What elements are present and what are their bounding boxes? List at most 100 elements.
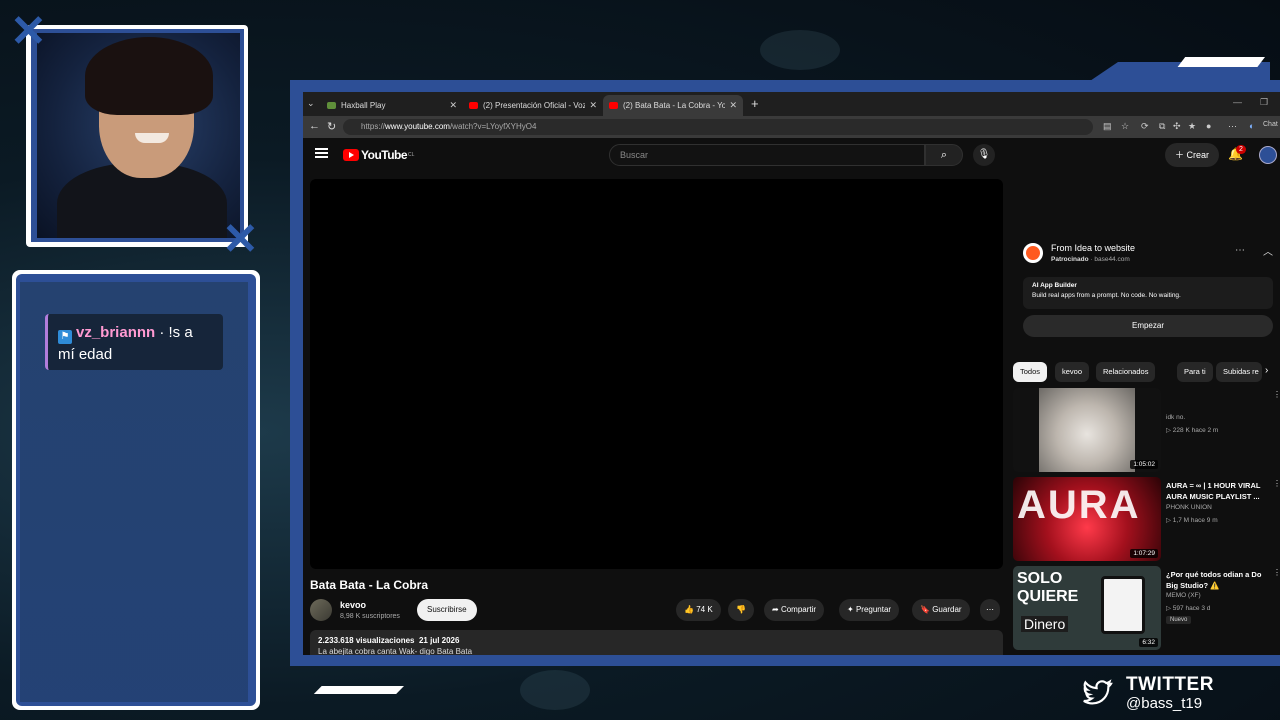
background-bokeh xyxy=(520,670,590,710)
new-badge: Nuevo xyxy=(1166,616,1192,624)
tab-close-icon[interactable]: ✕ xyxy=(585,100,597,111)
overlay-frame-left xyxy=(290,80,303,666)
like-button[interactable]: 👍 74 K xyxy=(676,599,721,621)
rec-title: ¿Por qué todos odian a Do Big Studio? ⚠️ xyxy=(1166,570,1262,590)
share-button[interactable]: ➦ Compartir xyxy=(764,599,825,621)
search-icon[interactable]: ⌕ xyxy=(925,144,963,166)
subscribe-button[interactable]: Suscribirse xyxy=(417,599,477,621)
video-thumbnail[interactable]: SOLO QUIERE Dinero 6:32 xyxy=(1013,566,1161,650)
chip-relacionados[interactable]: Relacionados xyxy=(1096,362,1156,382)
like-count: 74 K xyxy=(696,605,713,614)
tab-title: Haxball Play xyxy=(341,101,386,110)
new-tab-plus-icon[interactable]: + xyxy=(751,96,759,111)
sparkle-icon: ✦ xyxy=(847,605,854,614)
chevron-right-icon[interactable]: › xyxy=(1265,365,1268,376)
profile-icon[interactable]: ● xyxy=(1206,121,1211,131)
create-button[interactable]: ＋ Crear xyxy=(1165,143,1220,167)
rec-more-icon[interactable]: ⋮ xyxy=(1273,568,1280,577)
video-description: La abejita cobra canta Wak- digo Bata Ba… xyxy=(318,647,473,655)
upload-date: 21 jul 2026 xyxy=(418,636,460,645)
user-avatar[interactable] xyxy=(1259,146,1277,164)
favorite-star-icon[interactable]: ☆ xyxy=(1121,121,1129,132)
copilot-icon[interactable]: ◐ xyxy=(1249,121,1254,131)
favorites-icon[interactable]: ★ xyxy=(1188,121,1196,132)
ask-button[interactable]: ✦ Preguntar xyxy=(839,599,900,621)
ad-box-text: Build real apps from a prompt. No code. … xyxy=(1032,292,1181,299)
recommended-video[interactable]: SOLO QUIERE Dinero 6:32 ¿Por qué todos o… xyxy=(1013,566,1280,650)
overlay-frame-bottom xyxy=(290,655,1280,666)
ad-title[interactable]: From Idea to website xyxy=(1051,243,1135,253)
browser-window: ⌄ Haxball Play ✕ (2) Presentación Oficia… xyxy=(303,92,1280,655)
ad-sponsored-line: Patrocinado · base44.com xyxy=(1051,256,1130,263)
subscriber-count: 8,98 K suscriptores xyxy=(340,613,400,620)
overlay-frame-accent-white xyxy=(1177,57,1265,67)
video-player[interactable] xyxy=(310,179,1003,569)
sponsored-label: Patrocinado xyxy=(1051,256,1089,263)
save-button[interactable]: 🔖 Guardar xyxy=(912,599,970,621)
rec-more-icon[interactable]: ⋮ xyxy=(1273,390,1280,399)
country-code: CL xyxy=(408,152,415,158)
channel-avatar[interactable] xyxy=(310,599,332,621)
dislike-button[interactable]: 👎 xyxy=(728,599,754,621)
back-arrow-icon[interactable]: ← xyxy=(309,120,320,132)
recommended-video[interactable]: AURA 1:07:29 AURA = ∞ | 1 HOUR VIRAL AUR… xyxy=(1013,477,1280,561)
ad-description[interactable]: AI App Builder Build real apps from a pr… xyxy=(1023,277,1273,309)
tab-title: (2) Bata Bata - La Cobra - YouTube xyxy=(623,101,726,110)
split-screen-icon[interactable]: ⧉ xyxy=(1159,121,1165,132)
video-duration: 1:07:29 xyxy=(1130,549,1158,558)
chip-para-ti[interactable]: Para ti xyxy=(1177,362,1213,382)
video-thumbnail[interactable]: 1:05:02 xyxy=(1013,388,1161,472)
chip-subidas[interactable]: Subidas re xyxy=(1216,362,1262,382)
dinero-thumb-text: Dinero xyxy=(1021,616,1069,632)
channel-name[interactable]: kevoo xyxy=(340,600,366,610)
sponsored-ad: From Idea to website Patrocinado · base4… xyxy=(1013,179,1280,339)
more-menu-icon[interactable]: ⋯ xyxy=(1228,121,1237,132)
rec-meta: ▷ 597 hace 3 d xyxy=(1166,605,1211,612)
rec-meta: ▷ 228 K hace 2 m xyxy=(1166,427,1219,434)
youtube-logo[interactable]: YouTube CL xyxy=(343,148,414,162)
rec-channel: PHONK UNION xyxy=(1166,504,1212,511)
tab-haxball[interactable]: Haxball Play ✕ xyxy=(321,95,463,116)
video-duration: 1:05:02 xyxy=(1130,460,1158,469)
tab-presentacion[interactable]: (2) Presentación Oficial - Vozinha ✕ xyxy=(463,95,603,116)
youtube-favicon-icon xyxy=(469,102,478,109)
extensions-puzzle-icon[interactable]: ✣ xyxy=(1173,121,1181,132)
microphone-icon[interactable]: 🎙 xyxy=(973,144,995,166)
copilot-label[interactable]: Chat xyxy=(1263,121,1278,128)
url-field[interactable]: https://www.youtube.com/watch?v=LYoyfXYH… xyxy=(343,119,1093,135)
minimize-icon[interactable]: — xyxy=(1233,97,1242,107)
youtube-logo-text: YouTube xyxy=(361,148,408,162)
haxball-favicon-icon xyxy=(327,102,336,109)
rec-more-icon[interactable]: ⋮ xyxy=(1273,479,1280,488)
ad-more-icon[interactable]: ⋯ xyxy=(1235,245,1245,256)
tab-close-icon[interactable]: ✕ xyxy=(725,100,737,111)
description-box[interactable]: 2.233.618 visualizaciones 21 jul 2026 La… xyxy=(310,630,1003,655)
read-mode-icon[interactable]: ▤ xyxy=(1103,121,1112,132)
video-duration: 6:32 xyxy=(1139,638,1158,647)
tab-bata-bata[interactable]: (2) Bata Bata - La Cobra - YouTube ✕ xyxy=(603,95,743,116)
chip-kevoo[interactable]: kevoo xyxy=(1055,362,1090,382)
chat-message: ⚑ vz_briannn · !s a mí edad xyxy=(45,314,223,370)
tab-close-icon[interactable]: ✕ xyxy=(445,100,457,111)
view-count: 2.233.618 visualizaciones xyxy=(318,636,415,645)
ad-box-heading: AI App Builder xyxy=(1032,282,1077,289)
recommended-video[interactable]: 1:05:02 idk no. ▷ 228 K hace 2 m ⋮ xyxy=(1013,388,1280,472)
search-input[interactable]: Buscar xyxy=(609,144,925,166)
share-label: Compartir xyxy=(780,605,817,614)
thumbs-up-icon: 👍 xyxy=(684,605,694,614)
solo-thumb-text: SOLO xyxy=(1017,570,1063,587)
chevron-up-icon[interactable]: ︿ xyxy=(1263,243,1273,258)
tab-list-chevron-icon[interactable]: ⌄ xyxy=(307,98,315,109)
chip-todos[interactable]: Todos xyxy=(1013,362,1048,382)
hamburger-menu-icon[interactable] xyxy=(315,148,328,158)
restore-icon[interactable]: ❐ xyxy=(1260,97,1268,108)
webcam-person-smile xyxy=(135,133,169,143)
filter-chips: Todos kevoo Relacionados Para ti Subidas… xyxy=(1013,362,1280,382)
url-prefix: https:// xyxy=(361,122,386,131)
ad-cta-button[interactable]: Empezar xyxy=(1023,315,1273,337)
extension-icon[interactable]: ⟳ xyxy=(1141,121,1149,132)
reload-icon[interactable]: ↻ xyxy=(327,120,336,133)
more-actions-button[interactable]: ⋯ xyxy=(980,599,1000,621)
url-host: www.youtube.com xyxy=(385,122,450,131)
video-thumbnail[interactable]: AURA 1:07:29 xyxy=(1013,477,1161,561)
